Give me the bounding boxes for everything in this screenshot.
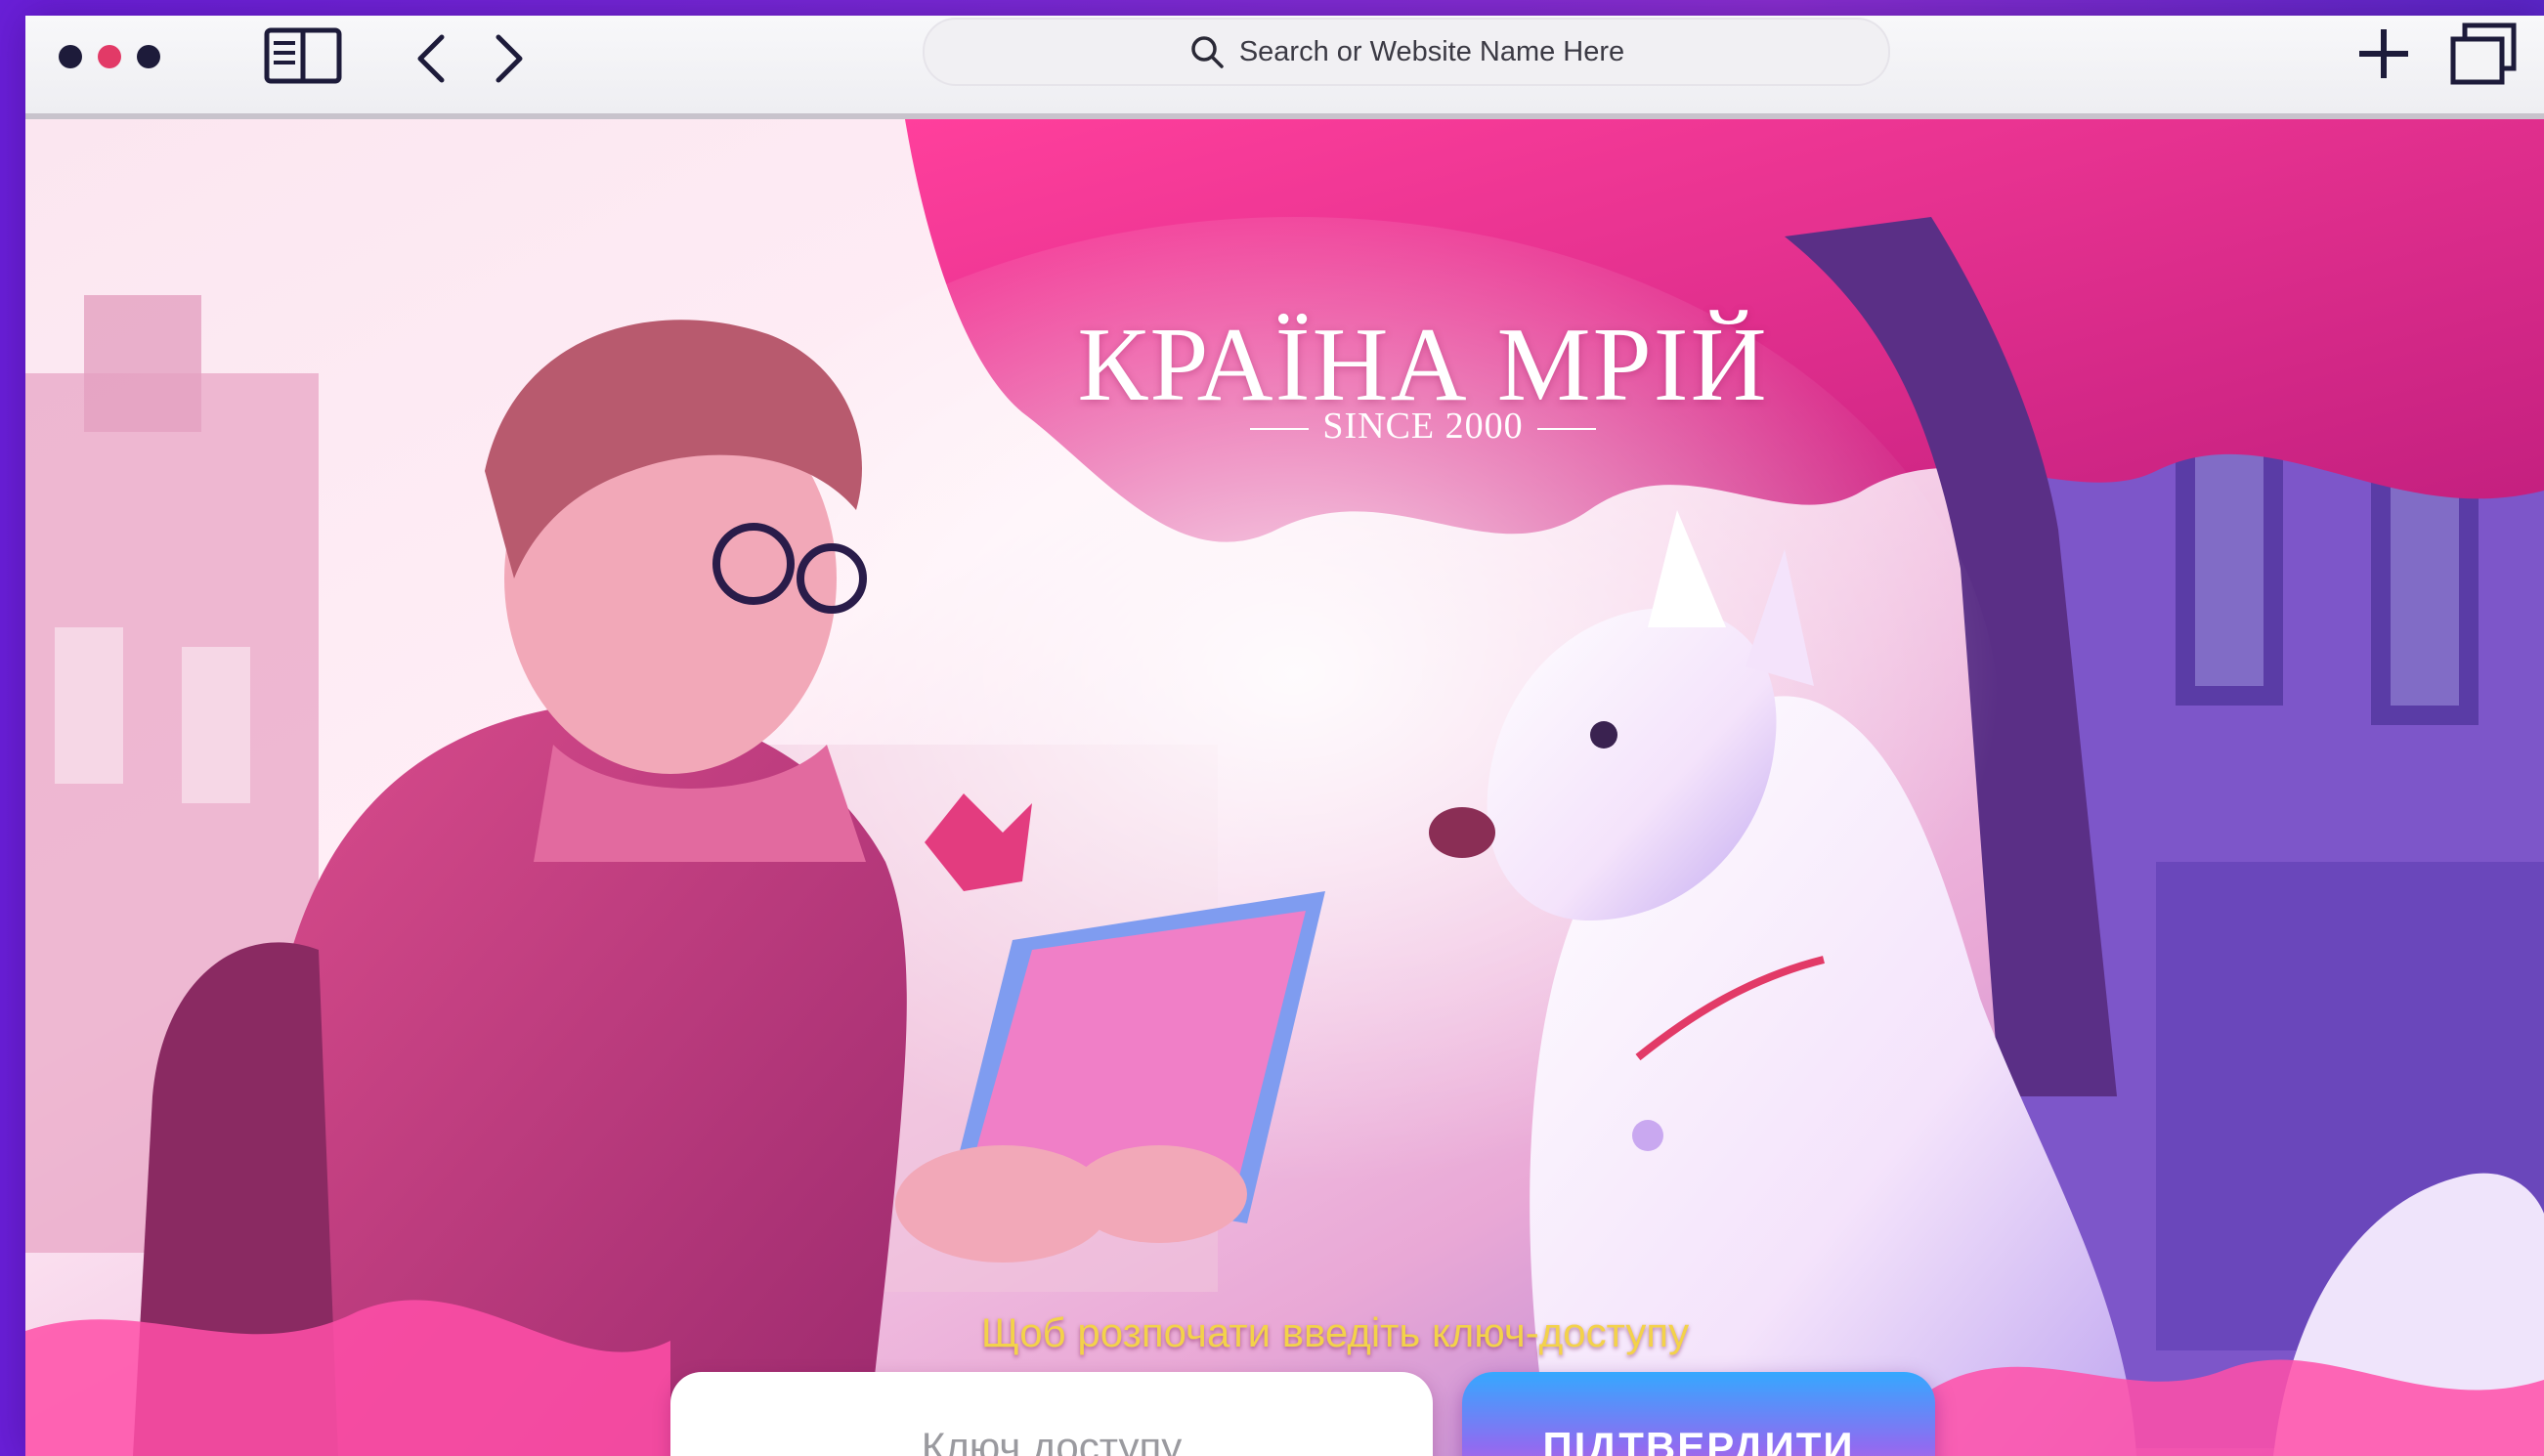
page-content: КРАЇНА МРІЙ SINCE 2000 Щоб розпочати вве… [25,119,2544,1456]
access-prompt: Щоб розпочати введіть ключ-доступу [980,1309,1690,1355]
brand-subtitle: SINCE 2000 [1228,405,1618,448]
search-icon [1191,36,1224,68]
back-icon[interactable] [403,27,459,90]
browser-window: Search or Website Name Here КРАЇНА МРІЙ … [25,16,2544,1456]
browser-toolbar: Search or Website Name Here [25,16,2544,119]
sidebar-icon[interactable] [264,27,342,84]
address-placeholder: Search or Website Name Here [1238,35,1625,67]
address-bar[interactable]: Search or Website Name Here [923,18,1890,86]
new-tab-icon[interactable] [2350,20,2418,88]
forward-icon[interactable] [481,27,538,90]
window-dot[interactable] [59,45,82,68]
window-dot[interactable] [98,45,121,68]
access-key-input[interactable] [670,1372,1433,1456]
window-dot[interactable] [137,45,160,68]
tabs-icon[interactable] [2447,20,2520,88]
confirm-button[interactable]: ПІДТВЕРДИТИ [1462,1372,1935,1456]
